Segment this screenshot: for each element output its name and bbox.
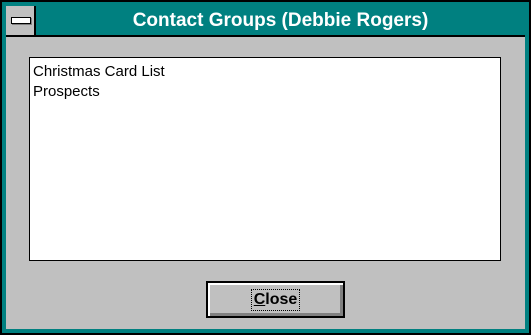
system-menu-button[interactable] [6,6,36,35]
window-title: Contact Groups (Debbie Rogers) [132,10,429,31]
close-button-label-rest: lose [265,290,298,308]
dialog-body: Christmas Card List Prospects Close [6,37,525,329]
contact-groups-list[interactable]: Christmas Card List Prospects [29,57,501,261]
title-bar[interactable]: Contact Groups (Debbie Rogers) [6,6,525,37]
close-button-label: Close [250,288,301,311]
list-item[interactable]: Prospects [33,82,500,102]
close-button[interactable]: Close [206,281,345,318]
close-button-mnemonic: C [253,290,266,308]
system-menu-icon [11,17,31,24]
list-item[interactable]: Christmas Card List [33,62,500,82]
contact-groups-window: Contact Groups (Debbie Rogers) Christmas… [0,0,531,335]
